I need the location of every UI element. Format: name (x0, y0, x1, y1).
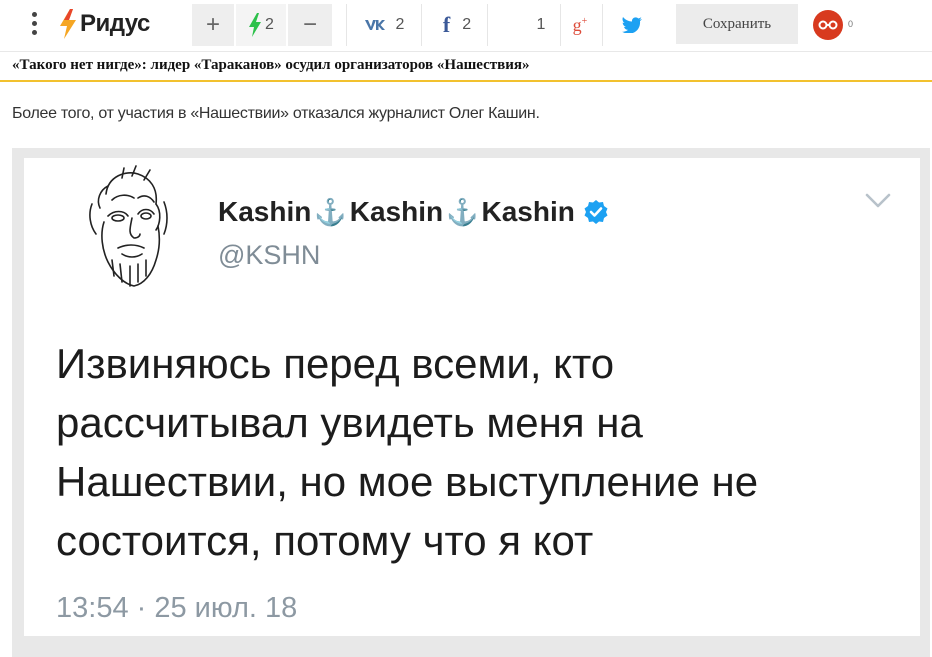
vote-count: 2 (265, 16, 274, 33)
site-logo[interactable]: Ридус (58, 8, 150, 40)
vote-counter: 2 (236, 4, 286, 46)
tweet-line: Извиняюсь перед всеми, кто (56, 340, 615, 387)
share-odnoklassniki-button[interactable]: 1 (496, 4, 556, 46)
share-vk-button[interactable]: 2 (356, 4, 412, 46)
facebook-icon: f (442, 12, 451, 37)
twitter-icon (622, 17, 642, 33)
tweet-timestamp: 13:54 · 25 июл. 18 (56, 592, 298, 624)
logo-text: Ридус (80, 10, 150, 37)
avatar (89, 165, 168, 287)
anchor-icon: ⚓ (446, 196, 479, 227)
lightning-logo-icon (60, 9, 76, 39)
toolbar-divider (0, 51, 932, 52)
author-name-part: Kashin (349, 196, 444, 227)
vk-icon (364, 20, 385, 30)
read-later-button[interactable] (813, 10, 843, 40)
save-button[interactable]: Сохранить (676, 4, 798, 44)
share-twitter-button[interactable] (612, 4, 652, 46)
headline-underline (0, 80, 932, 82)
author-name-part: Kashin (481, 196, 575, 227)
share-facebook-button[interactable]: f 2 (430, 4, 484, 46)
menu-dots-icon[interactable] (30, 12, 38, 38)
tweet-line: рассчитывал увидеть меня на (56, 399, 643, 446)
read-later-count: 0 (848, 19, 854, 29)
top-toolbar: Ридус + 2 − 2 f 2 1 g+ Сохранить 0 (0, 0, 932, 50)
verified-icon (583, 199, 609, 225)
tweet-handle: @KSHN (218, 240, 321, 270)
author-name-part: Kashin (218, 196, 312, 227)
tweet-text: Извиняюсь перед всеми, кто рассчитывал у… (56, 334, 896, 570)
downvote-button[interactable]: − (288, 4, 332, 46)
vote-group: + 2 − (192, 4, 332, 46)
chevron-down-icon (865, 193, 891, 208)
tweet-author-name: Kashin ⚓ Kashin ⚓ Kashin (218, 196, 609, 228)
article-paragraph: Более того, от участия в «Нашествии» отк… (12, 105, 540, 122)
vk-count: 2 (395, 16, 405, 33)
googleplus-icon: g+ (572, 14, 588, 35)
related-article-link[interactable]: «Такого нет нигде»: лидер «Тараканов» ос… (12, 57, 529, 74)
anchor-icon: ⚓ (314, 196, 347, 227)
lightning-icon (249, 13, 262, 37)
upvote-button[interactable]: + (192, 4, 234, 46)
tweet-line: состоится, потому что я кот (56, 517, 594, 564)
glasses-icon (818, 20, 838, 30)
tweet-line: Нашествии, но мое выступление не (56, 458, 759, 505)
share-googleplus-button[interactable]: g+ (562, 4, 598, 46)
tweet-card: Kashin ⚓ Kashin ⚓ Kashin @KSHN Извиняюсь… (24, 158, 920, 636)
ok-count: 1 (536, 16, 546, 33)
facebook-count: 2 (462, 16, 472, 33)
